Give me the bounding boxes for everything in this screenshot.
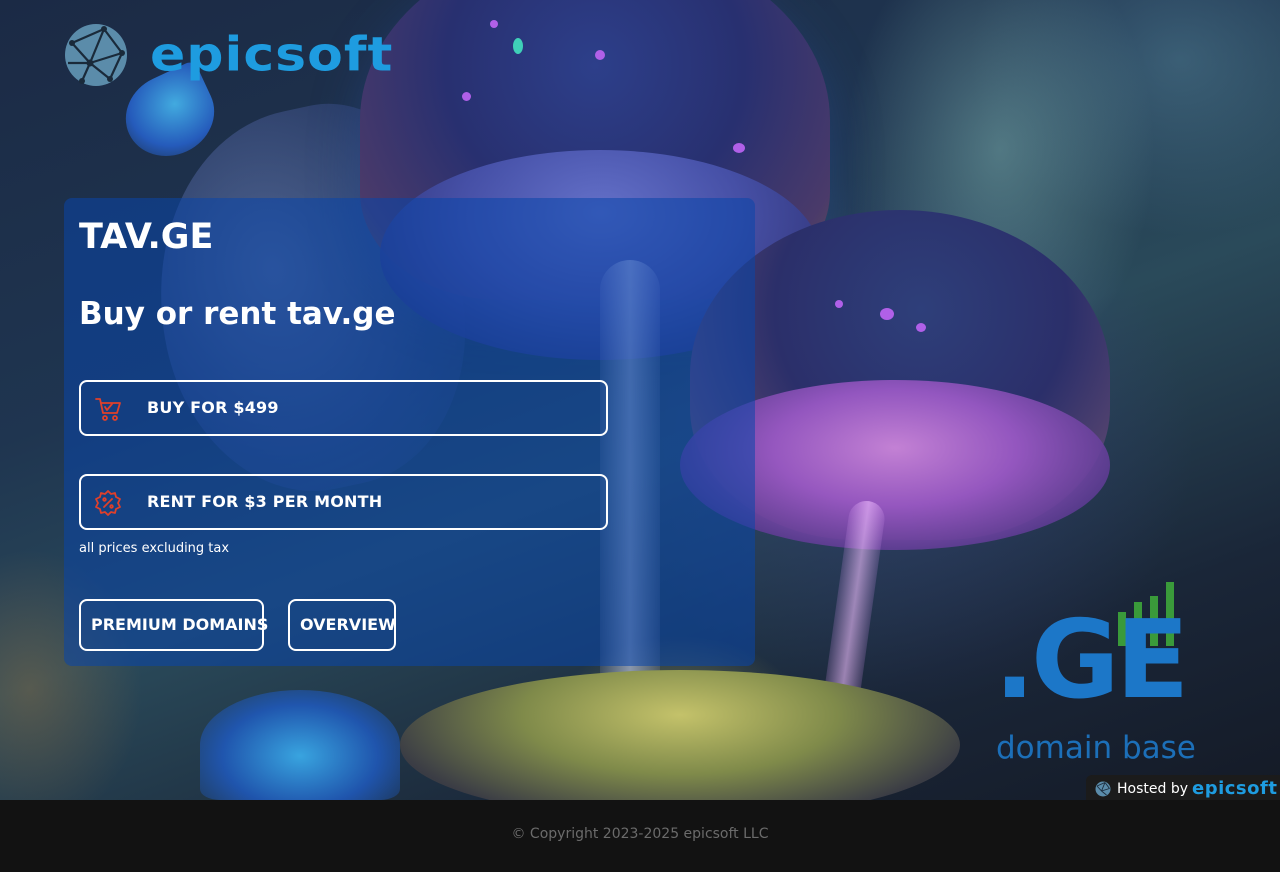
sparkle-dot [513, 38, 523, 54]
sparkle-dot [490, 20, 498, 28]
buy-button[interactable]: BUY FOR $499 [79, 380, 608, 436]
ge-letters: .GE [994, 598, 1189, 723]
domain-name-title: TAV.GE [79, 217, 214, 257]
sparkle-dot [462, 92, 471, 101]
hosted-by-badge[interactable]: Hosted by epicsoft [1086, 775, 1280, 802]
sparkle-dot [835, 300, 843, 308]
overview-button[interactable]: OVERVIEW [288, 599, 396, 651]
rent-button[interactable]: RENT FOR $3 PER MONTH [79, 474, 608, 530]
tax-note: all prices excluding tax [79, 541, 230, 556]
domain-offer-card: TAV.GE Buy or rent tav.ge BUY FOR $499 R… [64, 198, 755, 666]
offer-headline: Buy or rent tav.ge [79, 296, 396, 332]
shopping-cart-icon [95, 398, 121, 421]
sparkle-dot [595, 50, 605, 60]
sparkle-dot [733, 143, 745, 153]
buy-button-label: BUY FOR $499 [147, 398, 279, 417]
globe-network-icon [65, 24, 127, 86]
ge-tagline: domain base [996, 730, 1196, 766]
copyright-text: © Copyright 2023-2025 epicsoft LLC [511, 826, 769, 842]
hosted-by-label: Hosted by [1117, 780, 1188, 797]
mossy-mound [400, 670, 960, 800]
sparkle-dot [880, 308, 894, 320]
hosted-by-brand: epicsoft [1192, 777, 1278, 799]
sparkle-dot [916, 323, 926, 332]
ge-domain-base-logo[interactable]: .GE domain base [994, 578, 1196, 770]
rent-button-label: RENT FOR $3 PER MONTH [147, 492, 383, 511]
globe-network-icon [1095, 781, 1111, 796]
logo-wordmark: epicsoft [150, 28, 394, 82]
epicsoft-logo[interactable]: epicsoft [64, 23, 393, 87]
butterfly-decoration [200, 690, 400, 800]
discount-badge-icon [95, 490, 121, 516]
premium-domains-button[interactable]: PREMIUM DOMAINS [79, 599, 268, 651]
footer: © Copyright 2023-2025 epicsoft LLC [0, 800, 1280, 872]
